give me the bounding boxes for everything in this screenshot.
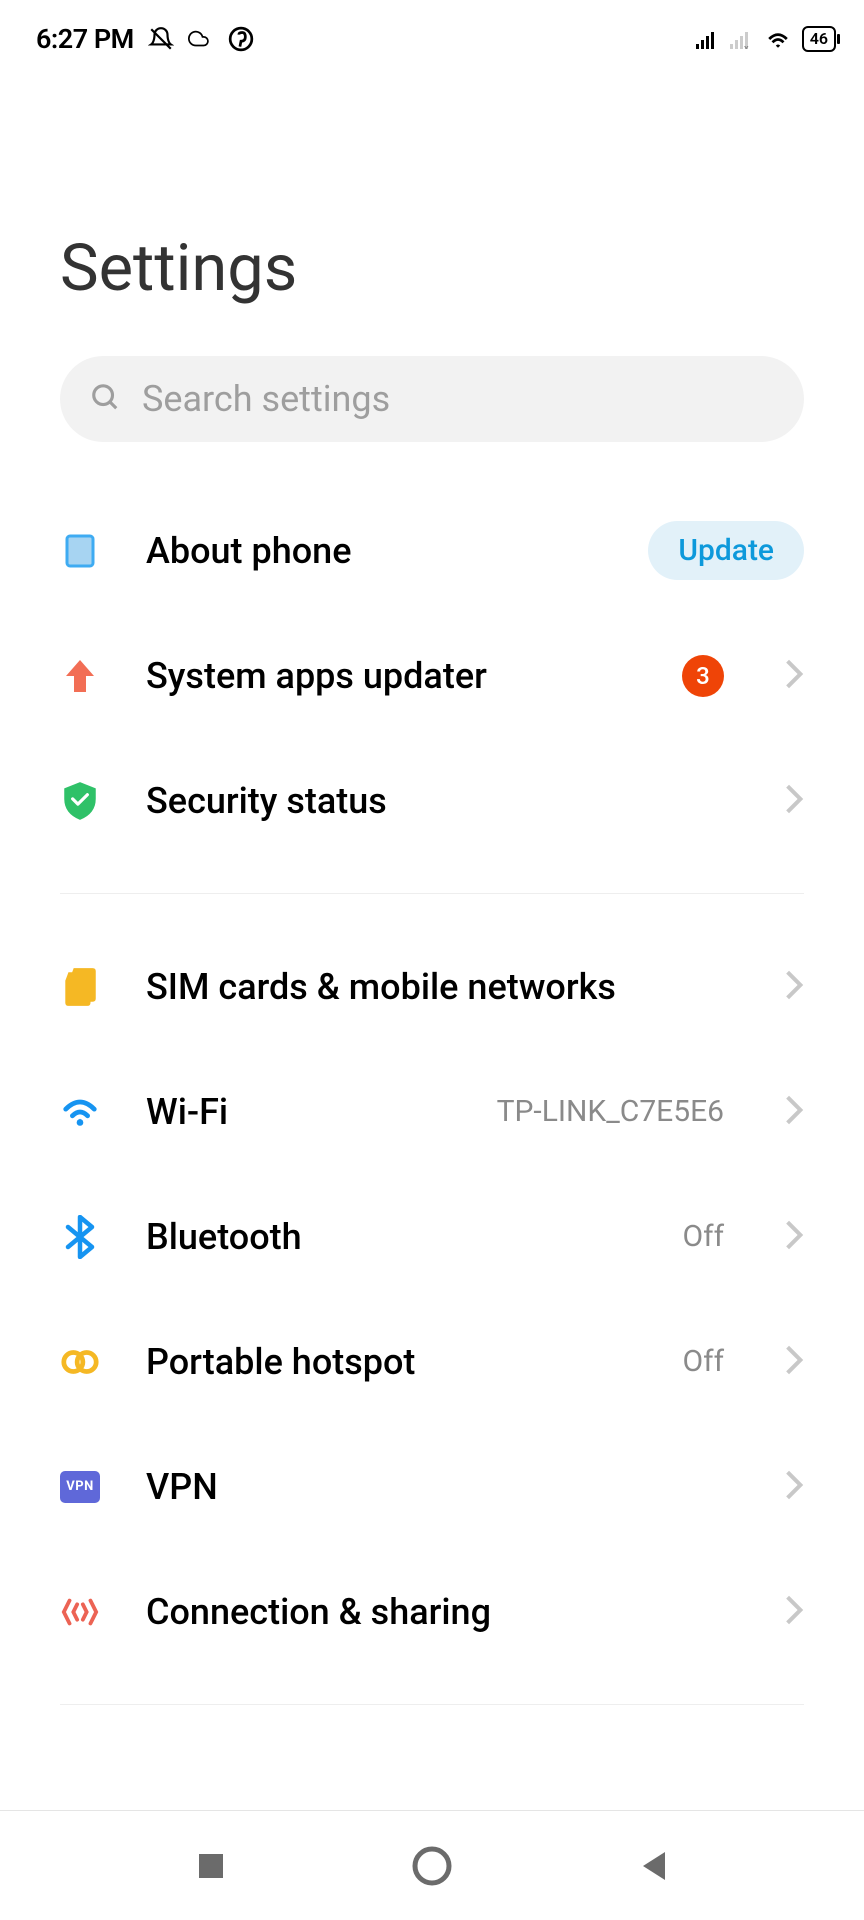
battery-icon: 46	[802, 26, 836, 52]
wifi-icon	[764, 28, 792, 50]
item-value: Off	[683, 1344, 725, 1379]
chevron-right-icon	[784, 1469, 804, 1505]
hotspot-icon	[60, 1342, 100, 1382]
signal-1-icon	[696, 29, 720, 49]
status-right: x 46	[696, 26, 836, 52]
phone-icon	[60, 531, 100, 571]
signal-2-icon: x	[730, 29, 754, 49]
home-button[interactable]	[410, 1844, 454, 1888]
chevron-right-icon	[784, 1094, 804, 1130]
status-left: 6:27 PM	[36, 23, 254, 55]
item-label: About phone	[146, 530, 602, 572]
separator	[60, 1704, 804, 1705]
chevron-right-icon	[784, 1344, 804, 1380]
arrow-up-icon	[60, 656, 100, 696]
recent-apps-button[interactable]	[189, 1844, 233, 1888]
notification-off-icon	[148, 26, 174, 52]
pinterest-icon	[228, 26, 254, 52]
settings-item-about-phone[interactable]: About phone Update	[0, 488, 864, 613]
vpn-icon: VPN	[60, 1467, 100, 1507]
item-label: System apps updater	[146, 655, 636, 697]
item-label: Wi-Fi	[146, 1091, 451, 1133]
chevron-right-icon	[784, 783, 804, 819]
settings-item-bluetooth[interactable]: Bluetooth Off	[0, 1174, 864, 1299]
chevron-right-icon	[784, 1594, 804, 1630]
item-label: Connection & sharing	[146, 1591, 738, 1633]
bluetooth-icon	[60, 1217, 100, 1257]
update-button[interactable]: Update	[648, 521, 804, 580]
item-label: Security status	[146, 780, 738, 822]
item-label: VPN	[146, 1466, 738, 1508]
settings-item-wifi[interactable]: Wi-Fi TP-LINK_C7E5E6	[0, 1049, 864, 1174]
chevron-right-icon	[784, 1219, 804, 1255]
svg-text:x: x	[744, 44, 749, 49]
item-label: Portable hotspot	[146, 1341, 637, 1383]
settings-item-connection-sharing[interactable]: Connection & sharing	[0, 1549, 864, 1674]
settings-item-system-updater[interactable]: System apps updater 3	[0, 613, 864, 738]
settings-item-vpn[interactable]: VPN VPN	[0, 1424, 864, 1549]
settings-item-hotspot[interactable]: Portable hotspot Off	[0, 1299, 864, 1424]
search-placeholder: Search settings	[142, 378, 390, 420]
search-icon	[90, 382, 120, 416]
status-time: 6:27 PM	[36, 23, 134, 55]
item-value: TP-LINK_C7E5E6	[497, 1094, 724, 1129]
chevron-right-icon	[784, 658, 804, 694]
item-label: SIM cards & mobile networks	[146, 966, 738, 1008]
connection-sharing-icon	[60, 1592, 100, 1632]
page-title: Settings	[0, 60, 864, 336]
sim-icon	[60, 967, 100, 1007]
separator	[60, 893, 804, 894]
cloud-icon	[188, 28, 214, 50]
back-button[interactable]	[631, 1844, 675, 1888]
shield-check-icon	[60, 781, 100, 821]
item-value: Off	[683, 1219, 725, 1254]
settings-list: About phone Update System apps updater 3…	[0, 488, 864, 1705]
item-label: Bluetooth	[146, 1216, 637, 1258]
navigation-bar	[0, 1810, 864, 1920]
settings-item-sim[interactable]: SIM cards & mobile networks	[0, 924, 864, 1049]
search-input[interactable]: Search settings	[60, 356, 804, 442]
settings-item-security-status[interactable]: Security status	[0, 738, 864, 863]
wifi-icon	[60, 1092, 100, 1132]
update-count-badge: 3	[682, 655, 724, 697]
chevron-right-icon	[784, 969, 804, 1005]
search-container: Search settings	[60, 356, 804, 442]
status-bar: 6:27 PM	[0, 0, 864, 60]
